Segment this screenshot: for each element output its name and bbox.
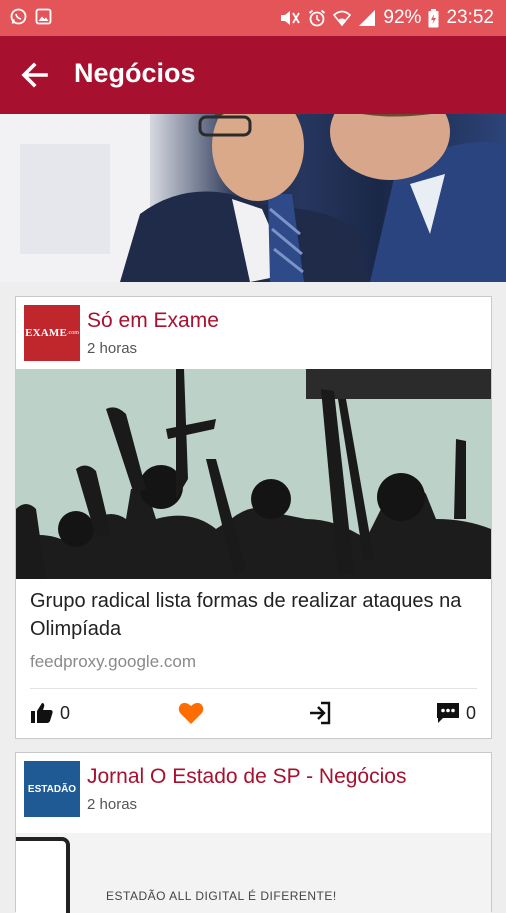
logo-text: EXAME <box>25 327 68 339</box>
wifi-icon <box>333 10 352 27</box>
source-name[interactable]: Jornal O Estado de SP - Negócios <box>87 765 406 789</box>
article-image[interactable] <box>16 369 491 579</box>
battery-percent: 92% <box>383 7 422 28</box>
card-actions: 0 0 <box>16 699 491 733</box>
news-card[interactable]: EXAME .com Só em Exame 2 horas Grupo radi <box>15 296 492 739</box>
comment-count: 0 <box>466 702 477 723</box>
alarm-icon <box>309 9 326 27</box>
mute-icon <box>281 11 301 25</box>
open-article-button[interactable] <box>308 701 332 725</box>
favorite-button[interactable] <box>178 701 204 725</box>
like-button[interactable]: 0 <box>30 701 70 725</box>
clock-time: 23:52 <box>446 7 494 28</box>
back-button[interactable] <box>18 58 52 92</box>
device-frame <box>16 837 70 913</box>
source-logo: EXAME .com <box>24 305 80 361</box>
article-image[interactable]: ESTADÃO ALL DIGITAL É DIFERENTE! <box>16 833 491 913</box>
comment-button[interactable]: 0 <box>436 701 476 725</box>
open-link-icon <box>310 701 331 725</box>
post-time: 2 horas <box>87 340 138 357</box>
heart-icon <box>178 702 204 724</box>
signal-icon <box>359 10 376 26</box>
source-logo: ESTADÃO <box>24 761 80 817</box>
category-hero-image <box>0 114 506 282</box>
battery-charging-icon <box>428 8 439 27</box>
image-caption: ESTADÃO ALL DIGITAL É DIFERENTE! <box>106 889 337 903</box>
card-divider <box>30 688 477 689</box>
like-count: 0 <box>60 702 71 723</box>
status-bar: 92% 23:52 <box>0 0 506 36</box>
logo-text: ESTADÃO <box>27 783 77 795</box>
post-time: 2 horas <box>87 796 138 813</box>
logo-subtext: .com <box>67 330 79 336</box>
gallery-icon <box>35 8 52 25</box>
whatsapp-icon <box>10 8 27 25</box>
article-domain: feedproxy.google.com <box>30 652 197 671</box>
news-card[interactable]: ESTADÃO Jornal O Estado de SP - Negócios… <box>15 752 492 913</box>
comment-icon <box>437 703 459 723</box>
article-headline[interactable]: Grupo radical lista formas de realizar a… <box>30 587 470 643</box>
thumbs-up-icon <box>31 703 53 723</box>
arrow-left-icon <box>21 62 48 88</box>
page-title: Negócios <box>74 58 196 88</box>
source-name[interactable]: Só em Exame <box>87 309 219 333</box>
app-bar: Negócios <box>0 36 506 114</box>
